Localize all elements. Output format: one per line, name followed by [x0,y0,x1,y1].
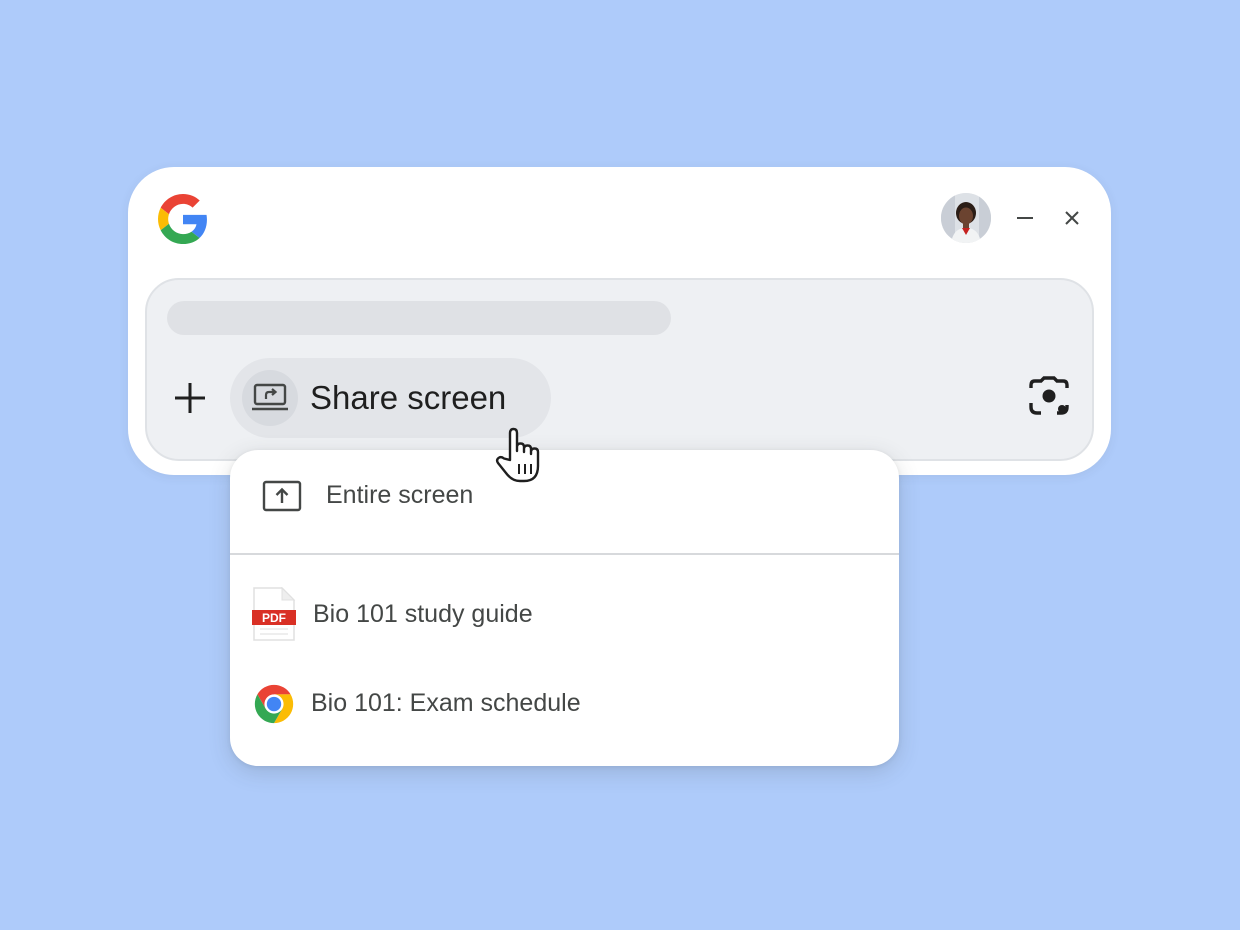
menu-item-label: Bio 101 study guide [313,600,533,628]
share-screen-icon [252,383,288,411]
chrome-icon [250,680,298,728]
pdf-badge: PDF [262,611,286,625]
pdf-file-icon: PDF [252,587,296,641]
menu-item-entire-screen[interactable]: Entire screen [230,450,899,554]
menu-item-bio-study-guide[interactable]: PDF Bio 101 study guide [230,570,899,658]
account-avatar[interactable] [941,193,991,243]
menu-item-bio-exam-schedule[interactable]: Bio 101: Exam schedule [230,660,899,748]
prompt-placeholder-bar [167,301,671,335]
present-screen-icon [260,476,304,516]
plus-icon [175,383,205,413]
add-button[interactable] [168,376,212,420]
close-icon [1065,211,1079,225]
google-lens-icon [1029,376,1069,415]
share-screen-label: Share screen [310,379,507,416]
menu-item-label: Bio 101: Exam schedule [311,689,581,717]
close-button[interactable] [1057,203,1087,233]
google-lens-button[interactable] [1024,371,1074,421]
share-screen-icon-container [242,370,298,426]
share-screen-button[interactable]: Share screen [230,358,551,438]
menu-divider [230,553,899,555]
share-screen-menu: Entire screen PDF Bio 101 study guide Bi… [230,450,899,766]
minimize-icon [1017,217,1033,219]
minimize-button[interactable] [1010,203,1040,233]
google-g-icon [158,194,207,244]
profile-photo-icon [941,193,991,243]
menu-item-label: Entire screen [326,481,474,509]
